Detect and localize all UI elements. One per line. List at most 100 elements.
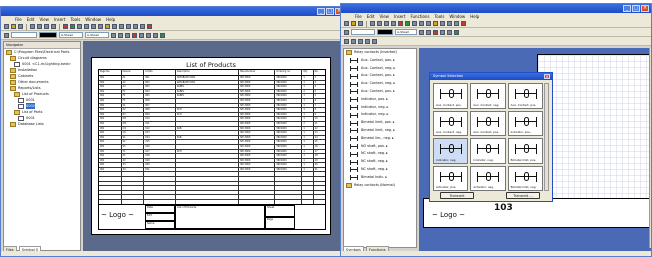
symbol-tree-item[interactable]: Indicator, neg. ▸ bbox=[344, 104, 416, 112]
symbol-option[interactable]: Aux. Contact, neg. bbox=[470, 83, 506, 109]
text-icon[interactable] bbox=[119, 24, 124, 29]
circle-icon[interactable] bbox=[140, 24, 145, 29]
dialog-scrollbar[interactable] bbox=[544, 83, 549, 191]
color-icon[interactable] bbox=[132, 32, 137, 38]
left-combo-sheet-2[interactable]: A-Sheet bbox=[85, 32, 109, 38]
symbol-tree-item[interactable]: Indicator, neg. ▸ bbox=[344, 111, 416, 119]
menu-file[interactable]: File bbox=[15, 16, 22, 23]
pointer-icon[interactable] bbox=[344, 29, 349, 35]
symbol-tree-item[interactable]: Bimetal limit, neg. ▸ bbox=[344, 127, 416, 135]
symbol-tree-item[interactable]: Aux. Contact, pos. ▸ bbox=[344, 72, 416, 80]
symbol-tree-item[interactable]: Indicator, pos. ▸ bbox=[344, 96, 416, 104]
symbol-tree-item[interactable]: Aux. Contact, pos. ▸ bbox=[344, 57, 416, 65]
symbol-library-icon[interactable] bbox=[344, 38, 349, 44]
delete-icon[interactable] bbox=[461, 21, 466, 26]
pointer-icon[interactable] bbox=[4, 32, 9, 38]
cable-icon[interactable] bbox=[372, 38, 377, 44]
save-icon[interactable] bbox=[358, 21, 363, 26]
move-icon[interactable] bbox=[440, 29, 445, 35]
maximize-button[interactable]: □ bbox=[632, 5, 640, 12]
dialog-title-bar[interactable]: Symbol Selection bbox=[430, 73, 552, 80]
menu-help[interactable]: Help bbox=[106, 16, 115, 23]
symbol-option[interactable]: Activator, neg. bbox=[470, 165, 506, 191]
line-icon[interactable] bbox=[454, 21, 459, 26]
tree-item[interactable]: Database Lists bbox=[4, 121, 80, 127]
symbol-tree-item[interactable]: NO shaft, pos. ▸ bbox=[344, 143, 416, 151]
symbol-option[interactable]: Bimetal limit, pos. bbox=[507, 138, 543, 164]
left-title-bar[interactable]: _ □ × bbox=[1, 7, 345, 16]
symbol-option[interactable]: Indicator, pos. bbox=[507, 110, 543, 136]
symbol-tree-item[interactable]: Relay contacts (Inverted) bbox=[344, 49, 416, 57]
right-combo-redacted[interactable] bbox=[377, 29, 393, 35]
cut-icon[interactable] bbox=[377, 21, 382, 26]
new-icon[interactable] bbox=[4, 24, 9, 29]
symbol-tree-item[interactable]: Aux. Contact, neg. ▸ bbox=[344, 65, 416, 73]
bold-icon[interactable] bbox=[118, 32, 123, 38]
menu-view[interactable]: View bbox=[379, 13, 389, 20]
left-combo-redacted[interactable] bbox=[39, 32, 57, 38]
line-icon[interactable] bbox=[126, 24, 131, 29]
contact-icon[interactable] bbox=[351, 38, 356, 44]
menu-functions[interactable]: Functions bbox=[410, 13, 429, 20]
symbol-option[interactable]: Indicator, neg. bbox=[433, 138, 469, 164]
close-button[interactable]: × bbox=[641, 5, 649, 12]
copy-icon[interactable] bbox=[384, 21, 389, 26]
menu-edit[interactable]: Edit bbox=[27, 16, 35, 23]
left-combo-style[interactable] bbox=[11, 32, 37, 38]
right-title-bar[interactable]: _ □ × bbox=[341, 4, 651, 13]
wire-icon[interactable] bbox=[440, 21, 445, 26]
minimize-button[interactable]: _ bbox=[317, 8, 325, 15]
symbol-tree-item[interactable]: NC shaft, neg. ▸ bbox=[344, 166, 416, 174]
right-combo-sheet[interactable]: A-Sheet bbox=[395, 29, 417, 35]
color-icon[interactable] bbox=[433, 29, 438, 35]
check-icon[interactable] bbox=[454, 29, 459, 35]
italic-icon[interactable] bbox=[125, 32, 130, 38]
layer-icon[interactable] bbox=[98, 24, 103, 29]
menu-file[interactable]: File bbox=[355, 13, 362, 20]
menu-tools[interactable]: Tools bbox=[435, 13, 445, 20]
symbol-tree-item[interactable]: NC shaft, neg. ▸ bbox=[344, 158, 416, 166]
symbol-tree-item[interactable]: NC shaft, neg. ▸ bbox=[344, 150, 416, 158]
symbol-option[interactable]: Aux. Contact, pos. bbox=[433, 83, 469, 109]
redo-icon[interactable] bbox=[70, 24, 75, 29]
undo-icon[interactable] bbox=[63, 24, 68, 29]
menu-help[interactable]: Help bbox=[470, 13, 479, 20]
open-icon[interactable] bbox=[11, 24, 16, 29]
symbol-tree-item[interactable]: Bimetal Indic. ▸ bbox=[344, 174, 416, 182]
rotate-icon[interactable] bbox=[146, 32, 151, 38]
delete-icon[interactable] bbox=[147, 24, 152, 29]
grid-icon[interactable] bbox=[84, 24, 89, 29]
terminal-icon[interactable] bbox=[365, 38, 370, 44]
paste-icon[interactable] bbox=[51, 24, 56, 29]
copy-icon[interactable] bbox=[44, 24, 49, 29]
zoom-icon[interactable] bbox=[77, 24, 82, 29]
symbol-option[interactable]: Aux. Contact, neg. bbox=[433, 110, 469, 136]
paste-icon[interactable] bbox=[391, 21, 396, 26]
open-icon[interactable] bbox=[351, 21, 356, 26]
symbol-option[interactable]: Indicator, neg. bbox=[470, 138, 506, 164]
symbol-icon[interactable] bbox=[433, 21, 438, 26]
transmit-button[interactable]: Transmit bbox=[440, 192, 474, 199]
align-icon[interactable] bbox=[111, 32, 116, 38]
rotate-icon[interactable] bbox=[447, 29, 452, 35]
symbol-tree-item[interactable]: Aux. Contact, neg. ▸ bbox=[344, 80, 416, 88]
print-icon[interactable] bbox=[30, 24, 35, 29]
right-combo-style[interactable] bbox=[351, 29, 375, 35]
symbol-option[interactable]: Activator, pos. bbox=[433, 165, 469, 191]
minimize-button[interactable]: _ bbox=[623, 5, 631, 12]
left-combo-sheet[interactable]: A-Sheet bbox=[59, 32, 83, 38]
undo-icon[interactable] bbox=[398, 21, 403, 26]
redo-icon[interactable] bbox=[405, 21, 410, 26]
snap-icon[interactable] bbox=[91, 24, 96, 29]
rect-icon[interactable] bbox=[133, 24, 138, 29]
menu-edit[interactable]: Edit bbox=[367, 13, 375, 20]
wire-icon[interactable] bbox=[112, 24, 117, 29]
symbol-icon[interactable] bbox=[105, 24, 110, 29]
align-icon[interactable] bbox=[419, 29, 424, 35]
symbol-option[interactable]: Bimetal limit, neg. bbox=[507, 165, 543, 191]
menu-insert[interactable]: Insert bbox=[54, 16, 65, 23]
new-icon[interactable] bbox=[344, 21, 349, 26]
check-icon[interactable] bbox=[160, 32, 165, 38]
menu-window[interactable]: Window bbox=[85, 16, 101, 23]
snap-icon[interactable] bbox=[426, 21, 431, 26]
